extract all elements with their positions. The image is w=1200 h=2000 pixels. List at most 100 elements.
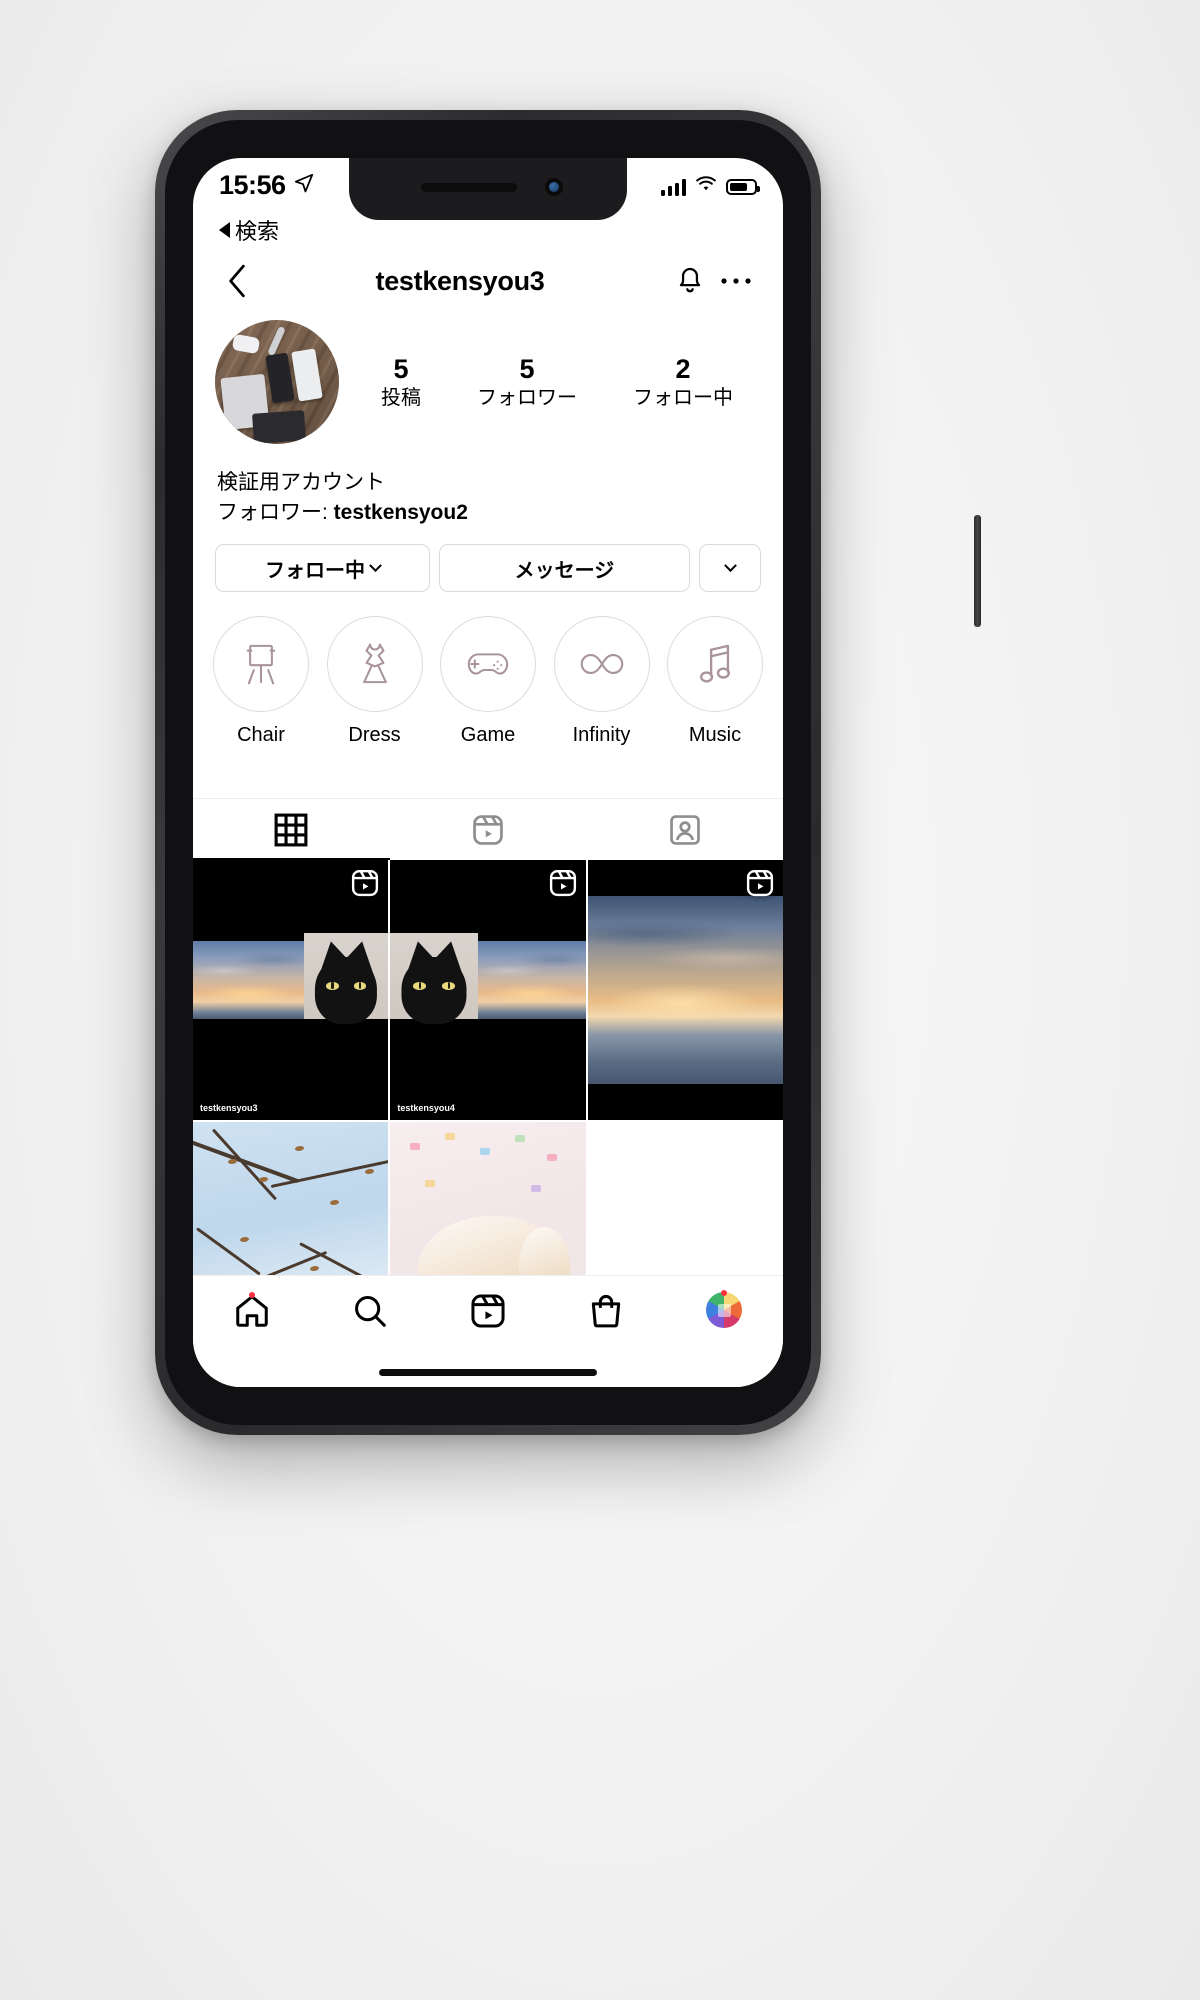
black-cat-thumb	[304, 932, 389, 1024]
tabbar-shop[interactable]	[547, 1292, 665, 1330]
black-cat-thumb	[390, 932, 479, 1024]
page-root: 15:56 検索 testkensyou3 5 投稿 5 フォロワー 2 フォロ…	[0, 0, 1200, 2000]
highlight-music[interactable]: Music	[661, 616, 769, 747]
stat-followers[interactable]: 5 フォロワー	[477, 354, 577, 410]
stat-followers-label: フォロワー	[477, 386, 577, 409]
phone-screen: 15:56 検索 testkensyou3 5 投稿 5 フォロワー 2 フォロ…	[193, 158, 783, 1387]
easel-icon	[246, 644, 276, 685]
search-icon	[355, 1296, 386, 1327]
tab-grid[interactable]	[193, 799, 390, 860]
reels-icon	[473, 814, 503, 845]
tabbar-reels[interactable]	[429, 1292, 547, 1330]
navigation-bar: testkensyou3	[193, 250, 783, 312]
status-indicators	[660, 176, 760, 198]
home-activity-dot	[249, 1292, 255, 1298]
highlight-chair[interactable]: Chair	[207, 616, 315, 747]
chevron-left-icon	[229, 264, 245, 298]
profile-action-buttons: フォロー中 メッセージ	[215, 544, 761, 592]
tab-tagged[interactable]	[586, 799, 783, 860]
highlight-infinity-cover	[553, 616, 650, 712]
home-indicator[interactable]	[379, 1369, 597, 1376]
highlight-dress-label: Dress	[348, 724, 401, 746]
profile-avatar-icon	[706, 1292, 742, 1328]
following-button-label: フォロー中	[264, 559, 365, 582]
reels-badge-icon	[350, 868, 380, 903]
stat-posts-label: 投稿	[381, 386, 421, 409]
gamepad-icon	[467, 653, 509, 675]
grid-post-2[interactable]: testkensyou4	[390, 860, 586, 1121]
following-button[interactable]: フォロー中	[215, 544, 430, 592]
stat-following-count: 2	[675, 354, 691, 385]
status-time-group: 15:56	[219, 170, 315, 201]
reels-icon	[471, 1294, 505, 1328]
seascape-thumb	[587, 896, 783, 1085]
sunset-thumb	[478, 940, 586, 1019]
followed-by-prefix: フォロワー:	[217, 500, 334, 524]
status-time: 15:56	[219, 170, 286, 200]
tabbar-home[interactable]	[193, 1292, 311, 1330]
suggested-users-button[interactable]	[699, 544, 761, 592]
back-to-search-app[interactable]: 検索	[219, 214, 279, 246]
grid-icon	[274, 813, 308, 846]
sunset-thumb	[193, 940, 305, 1019]
highlight-dress[interactable]: Dress	[321, 616, 429, 747]
profile-header: 5 投稿 5 フォロワー 2 フォロー中	[193, 320, 783, 444]
highlight-infinity-label: Infinity	[572, 724, 631, 746]
bell-icon	[679, 267, 701, 293]
back-button[interactable]	[217, 261, 257, 301]
highlight-game-label: Game	[460, 724, 516, 746]
notifications-button[interactable]	[667, 259, 713, 303]
tabbar-search[interactable]	[311, 1292, 429, 1330]
stat-following[interactable]: 2 フォロー中	[633, 354, 733, 410]
wifi-icon	[695, 176, 717, 198]
battery-icon	[726, 179, 760, 195]
ellipsis-icon	[721, 278, 751, 284]
stat-following-label: フォロー中	[633, 386, 733, 409]
power-button[interactable]	[974, 515, 981, 627]
chevron-down-icon	[369, 558, 382, 572]
stat-followers-count: 5	[519, 354, 535, 385]
profile-content-tabs	[193, 798, 783, 860]
dress-icon	[362, 643, 387, 684]
stat-posts[interactable]: 5 投稿	[381, 354, 421, 410]
highlight-game[interactable]: Game	[434, 616, 542, 747]
highlight-music-cover	[667, 616, 763, 712]
reels-badge-icon	[745, 868, 775, 903]
tagged-person-icon	[669, 814, 700, 845]
device-notch	[349, 158, 627, 220]
highlight-infinity[interactable]: Infinity	[548, 616, 656, 747]
message-button-label: メッセージ	[514, 559, 615, 582]
tabbar-profile[interactable]	[665, 1290, 783, 1328]
highlight-music-label: Music	[688, 724, 742, 746]
grid-post-1[interactable]: testkensyou3	[193, 860, 389, 1121]
avatar[interactable]	[215, 320, 339, 444]
tab-reels[interactable]	[390, 799, 587, 860]
highlight-game-cover	[440, 616, 536, 712]
followed-by-line: フォロワー: testkensyou2	[217, 498, 757, 528]
message-button[interactable]: メッセージ	[438, 544, 690, 592]
highlight-chair-label: Chair	[237, 724, 285, 746]
back-to-app-label: 検索	[235, 219, 280, 244]
avatar-tablet	[252, 410, 306, 444]
grid-post-1-username: testkensyou3	[200, 1103, 258, 1114]
infinity-icon	[580, 653, 623, 675]
followed-by-username[interactable]: testkensyou2	[334, 501, 468, 524]
profile-bio: 検証用アカウント フォロワー: testkensyou2	[217, 468, 757, 528]
phone-device-frame: 15:56 検索 testkensyou3 5 投稿 5 フォロワー 2 フォロ…	[155, 110, 981, 1435]
reels-badge-icon	[548, 868, 578, 903]
page-title: testkensyou3	[375, 265, 545, 296]
highlight-chair-cover	[213, 616, 309, 712]
cellular-signal-icon	[660, 178, 686, 196]
shop-bag-icon	[591, 1294, 621, 1328]
front-camera	[545, 178, 563, 196]
more-options-button[interactable]	[713, 259, 759, 303]
story-highlights: Chair Dress Game Infinity Music	[193, 616, 783, 747]
highlight-dress-cover	[326, 616, 423, 712]
earpiece-speaker	[421, 183, 517, 192]
grid-post-3[interactable]	[587, 860, 783, 1121]
back-triangle-icon	[219, 222, 230, 238]
profile-stats: 5 投稿 5 フォロワー 2 フォロー中	[339, 354, 761, 410]
bio-display-name: 検証用アカウント	[217, 471, 385, 494]
chevron-down-icon	[723, 558, 737, 572]
profile-activity-dot	[721, 1290, 727, 1296]
